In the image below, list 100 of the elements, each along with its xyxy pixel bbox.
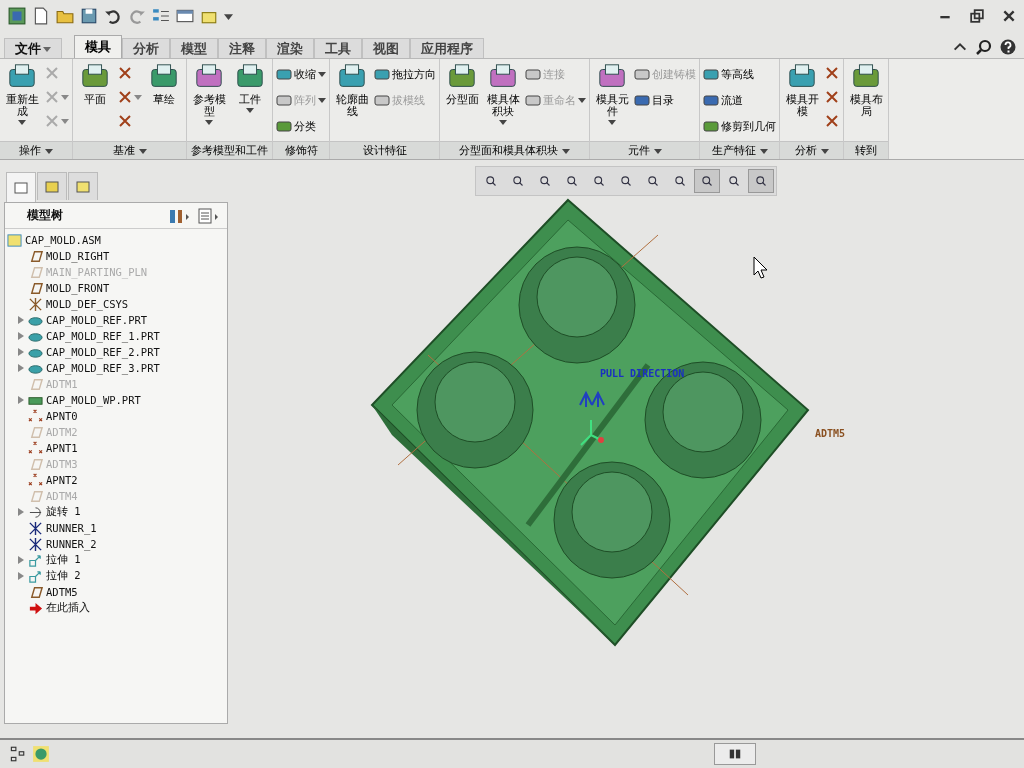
group-label[interactable]: 修饰符	[273, 141, 329, 159]
tree-item[interactable]: 旋转 1	[46, 505, 81, 519]
ribbon-button[interactable]: 流道	[702, 88, 777, 112]
cross-icon	[117, 113, 133, 129]
ribbon-button[interactable]: 模具开模	[782, 62, 822, 118]
window-icon[interactable]	[176, 7, 194, 25]
tool-icon	[703, 66, 719, 82]
tree-icon[interactable]	[8, 745, 26, 763]
search-icon[interactable]	[976, 39, 992, 55]
expand-icon[interactable]	[17, 396, 25, 404]
group-label[interactable]: 操作	[0, 141, 72, 159]
revolve-icon	[28, 504, 43, 520]
ribbon-tab[interactable]: 注释	[218, 38, 266, 58]
tree-item[interactable]: CAP_MOLD_REF_1.PRT	[46, 330, 160, 342]
file-menu-tab[interactable]: 文件	[4, 38, 62, 58]
ribbon-button[interactable]: 草绘	[144, 62, 184, 106]
cross-icon	[824, 65, 840, 81]
find-button[interactable]	[714, 743, 756, 765]
restore-icon[interactable]	[970, 9, 984, 23]
caret-icon	[134, 93, 142, 101]
assembly-icon	[7, 232, 22, 248]
panel-icon	[75, 178, 91, 195]
group-label[interactable]: 元件	[590, 141, 699, 159]
help-icon[interactable]	[1000, 39, 1016, 55]
tree-item[interactable]: APNT2	[46, 474, 78, 486]
plane-icon	[28, 456, 43, 472]
group-label[interactable]: 分型面和模具体积块	[440, 141, 589, 159]
caret-icon	[43, 44, 51, 53]
tree-item[interactable]: CAP_MOLD.ASM	[25, 234, 101, 246]
ribbon-button[interactable]: 等高线	[702, 62, 777, 86]
ribbon-tab[interactable]: 模型	[170, 38, 218, 58]
new-file-icon[interactable]	[32, 7, 50, 25]
pointer-icon	[753, 256, 768, 279]
ribbon-button[interactable]: 拖拉方向	[373, 62, 437, 86]
tree-item[interactable]: MOLD_FRONT	[46, 282, 110, 294]
settings-icon[interactable]	[167, 207, 191, 224]
tree-item[interactable]: 在此插入	[46, 601, 90, 615]
caret-icon	[138, 146, 147, 155]
plane-icon	[28, 264, 43, 280]
ribbon-button[interactable]: 目录	[633, 88, 697, 112]
tree-item[interactable]: CAP_MOLD_WP.PRT	[46, 394, 141, 406]
ribbon-button[interactable]: 分类	[275, 114, 327, 138]
tree-item[interactable]: RUNNER_1	[46, 522, 97, 534]
save-icon[interactable]	[80, 7, 98, 25]
tree-item[interactable]: MOLD_RIGHT	[46, 250, 110, 262]
cross-icon	[824, 113, 840, 129]
csys-icon	[28, 296, 43, 312]
tree-item[interactable]: CAP_MOLD_REF_3.PRT	[46, 362, 160, 374]
close-icon[interactable]	[1002, 9, 1016, 23]
caret-icon	[61, 117, 69, 125]
group-label[interactable]: 转到	[844, 141, 888, 159]
tool-icon	[703, 118, 719, 134]
tree-item[interactable]: 拉伸 1	[46, 553, 81, 567]
caret-icon	[318, 70, 326, 78]
group-label[interactable]: 分析	[780, 141, 843, 159]
expand-icon[interactable]	[17, 508, 25, 516]
list-icon[interactable]	[197, 207, 221, 224]
ribbon-button[interactable]: 收缩	[275, 62, 327, 86]
ribbon-button[interactable]: 模具布局	[846, 62, 886, 118]
ribbon-tab[interactable]: 渲染	[266, 38, 314, 58]
ribbon-button[interactable]: 平面	[75, 62, 115, 106]
ribbon-tab[interactable]: 分析	[122, 38, 170, 58]
globe-icon[interactable]	[32, 745, 50, 763]
ribbon-button[interactable]: 参考模型	[189, 62, 229, 126]
ribbon-button[interactable]: 模具体积块	[483, 62, 523, 126]
tree-item[interactable]: RUNNER_2	[46, 538, 97, 550]
tree-item[interactable]: CAP_MOLD_REF_2.PRT	[46, 346, 160, 358]
group-label[interactable]: 设计特征	[330, 141, 439, 159]
point-icon	[28, 408, 43, 424]
tree-item[interactable]: 拉伸 2	[46, 569, 81, 583]
ribbon-button[interactable]: 修剪到几何	[702, 114, 777, 138]
group-label[interactable]: 基准	[73, 141, 186, 159]
tree-item[interactable]: APNT1	[46, 442, 78, 454]
tree-item[interactable]: CAP_MOLD_REF.PRT	[46, 314, 148, 326]
ribbon-button[interactable]: 工件	[230, 62, 270, 114]
ribbon-tab[interactable]: 视图	[362, 38, 410, 58]
ribbon-tab[interactable]: 模具	[74, 35, 122, 58]
plane-icon	[28, 248, 43, 264]
caret-icon	[759, 146, 768, 155]
caret-icon[interactable]	[224, 11, 233, 21]
tool-icon	[374, 66, 390, 82]
tree-item[interactable]: APNT0	[46, 410, 78, 422]
ribbon-tab[interactable]: 工具	[314, 38, 362, 58]
coordinate-axes-icon	[580, 419, 604, 446]
tree-item[interactable]: MOLD_DEF_CSYS	[46, 298, 129, 310]
datum-label: ADTM5	[815, 428, 846, 439]
cross-icon	[44, 65, 60, 81]
caret-icon	[820, 146, 829, 155]
ribbon-button[interactable]: 分型面	[442, 62, 482, 106]
caret-icon	[318, 96, 326, 104]
panel-title: 模型树	[26, 207, 64, 224]
undo-icon[interactable]	[104, 7, 122, 25]
ribbon-button[interactable]: 轮廓曲线	[332, 62, 372, 118]
tree-item[interactable]: ADTM5	[46, 586, 78, 598]
ribbon-button[interactable]: 模具元件	[592, 62, 632, 126]
group-label[interactable]: 生产特征	[700, 141, 779, 159]
tool-icon	[703, 92, 719, 108]
ribbon-button[interactable]: 重新生成	[2, 62, 42, 126]
group-label[interactable]: 参考模型和工件	[187, 141, 272, 159]
ribbon-tab[interactable]: 应用程序	[410, 38, 484, 58]
